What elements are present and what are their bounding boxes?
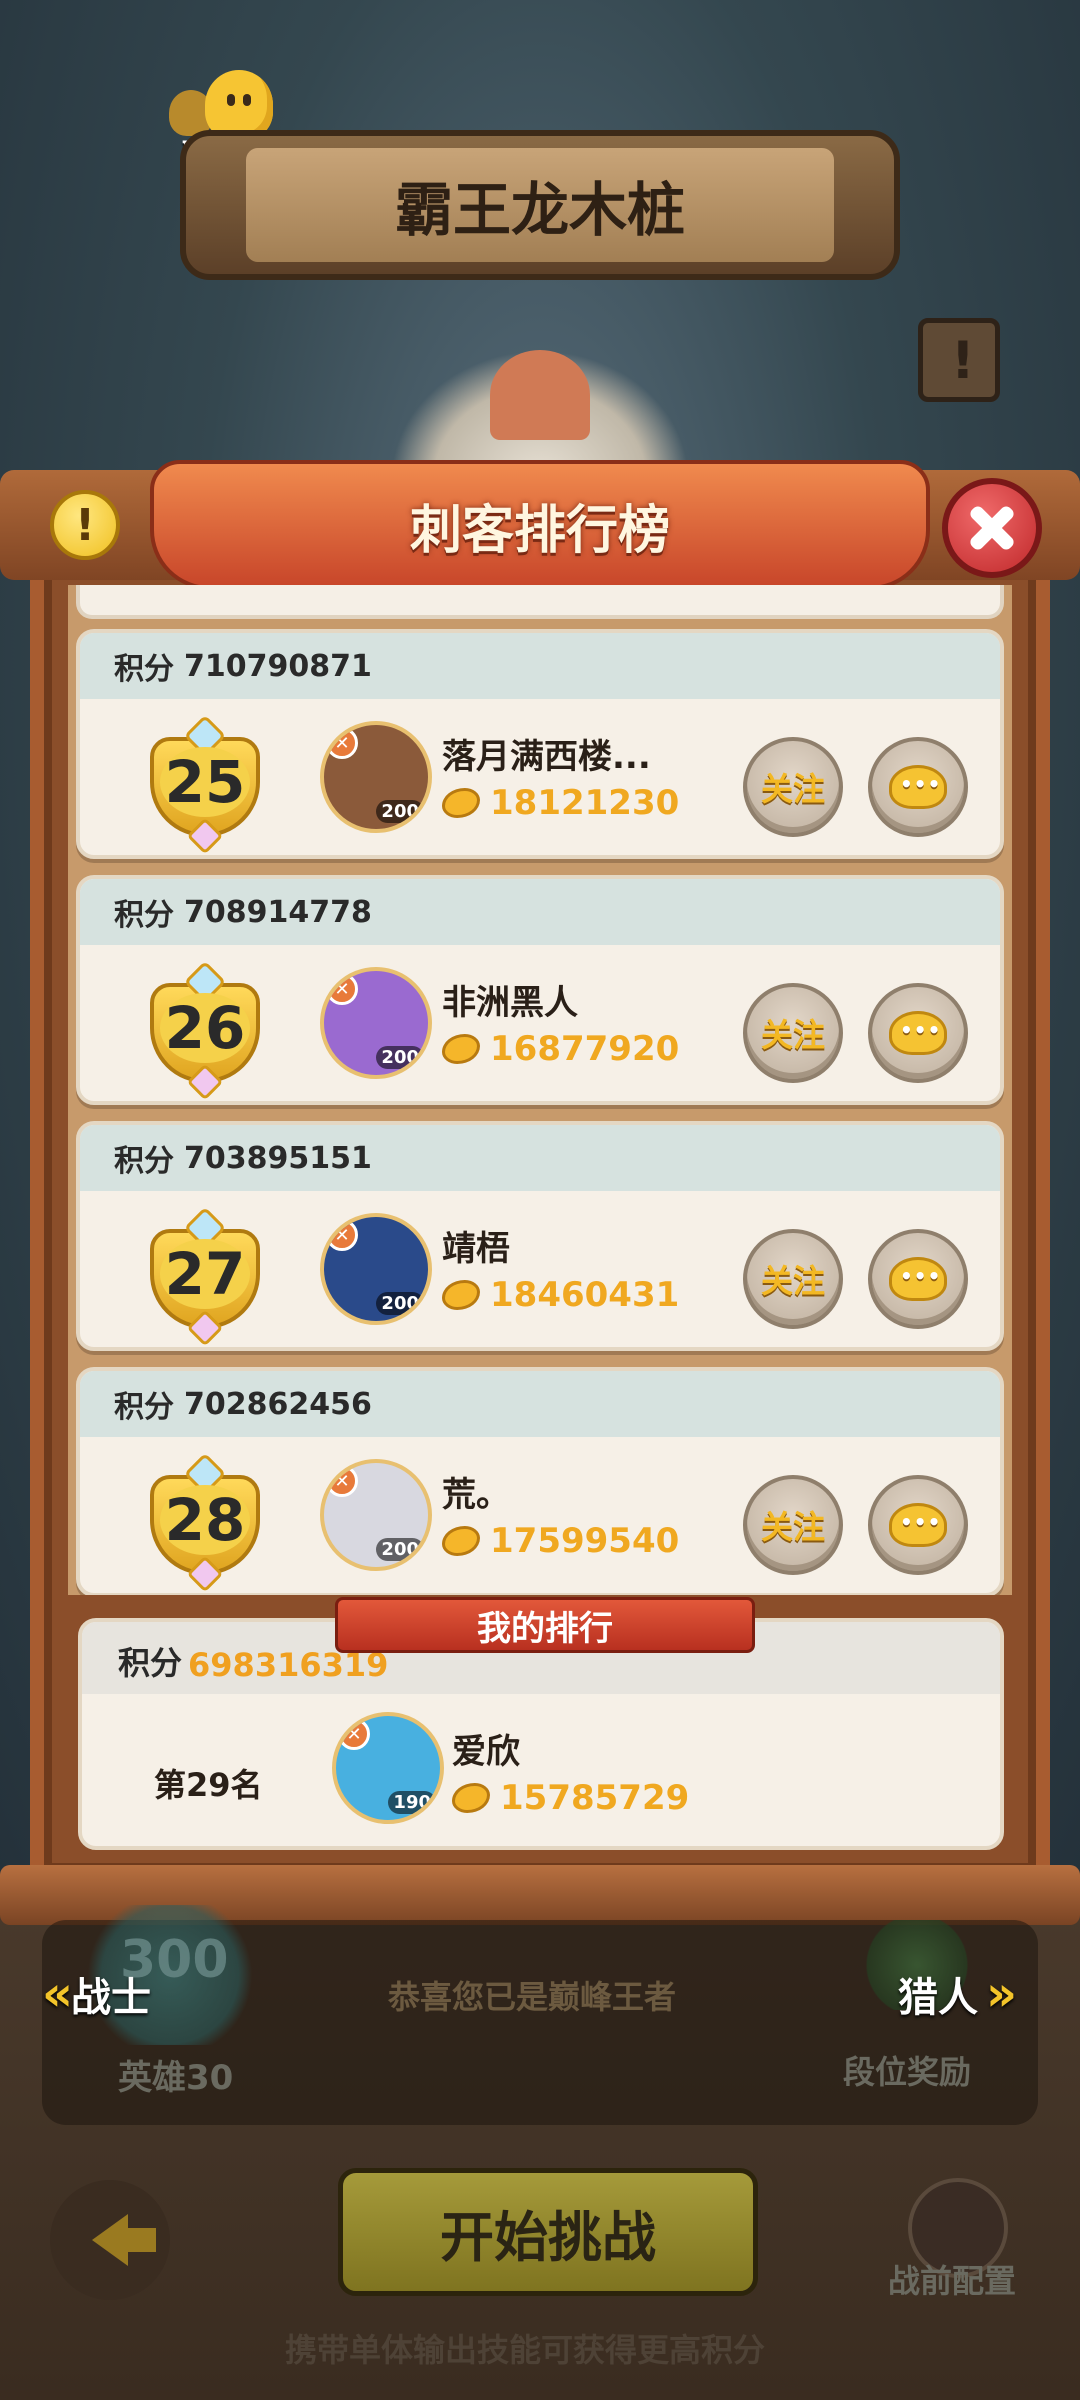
- chat-bubble-icon: [889, 1503, 947, 1547]
- assassin-class-icon: ✕: [326, 727, 358, 759]
- chat-bubble-icon: [889, 1257, 947, 1301]
- back-arrow-icon: [92, 2214, 156, 2266]
- rank-number: 27: [160, 1239, 250, 1309]
- tip-text: 携带单体输出技能可获得更高积分: [285, 2331, 766, 2369]
- stage-title-banner: 霸王龙木桩: [180, 130, 900, 280]
- my-power-value: 15785729: [500, 1778, 690, 1818]
- muscle-arm-icon: [442, 788, 480, 818]
- back-button[interactable]: [50, 2180, 170, 2300]
- message-button[interactable]: [868, 983, 968, 1083]
- assassin-class-icon: ✕: [326, 973, 358, 1005]
- score-row: 积分 710790871: [80, 633, 1000, 699]
- follow-button[interactable]: 关注: [743, 737, 843, 837]
- next-class-button[interactable]: 猎人 »: [898, 1965, 1017, 2023]
- my-power-row: 15785729: [452, 1778, 689, 1818]
- score-key: 积分: [114, 652, 174, 687]
- rank-number: 28: [160, 1485, 250, 1555]
- message-button[interactable]: [868, 737, 968, 837]
- list-item: 积分 703895151 27 ✕ 200 靖梧 18460431 关注: [76, 1121, 1004, 1351]
- muscle-arm-icon: [442, 1034, 480, 1064]
- score-value: 702862456: [184, 1386, 372, 1422]
- avatar[interactable]: ✕ 200: [320, 967, 432, 1079]
- my-rank-position: 第29名: [154, 1766, 263, 1804]
- message-button[interactable]: [868, 1229, 968, 1329]
- follow-button[interactable]: 关注: [743, 983, 843, 1083]
- assassin-class-icon: ✕: [326, 1465, 358, 1497]
- muscle-arm-icon: [452, 1783, 490, 1813]
- my-avatar[interactable]: ✕ 190: [332, 1712, 444, 1824]
- leaderboard-list[interactable]: 积分 710790871 25 ✕ 200 落月满西楼... 18121230 …: [68, 585, 1012, 1595]
- warning-info-button[interactable]: !: [50, 490, 120, 560]
- avatar-level: 200: [376, 1046, 424, 1069]
- power-value: 18460431: [490, 1275, 680, 1315]
- leaderboard-title-ribbon: 刺客排行榜: [150, 460, 930, 590]
- score-row: 积分 702862456: [80, 1371, 1000, 1437]
- assassin-class-icon: ✕: [326, 1219, 358, 1251]
- my-rank-banner: 我的排行: [335, 1597, 755, 1653]
- player-name: 靖梧: [442, 1229, 510, 1269]
- score-value: 708914778: [184, 894, 372, 930]
- avatar-level: 200: [376, 1538, 424, 1561]
- score-value: 703895151: [184, 1140, 372, 1176]
- avatar[interactable]: ✕ 200: [320, 1213, 432, 1325]
- rank-medal-icon: 28: [140, 1452, 270, 1593]
- score-key: 积分: [114, 1144, 174, 1179]
- crest-flower-icon: [490, 350, 590, 440]
- avatar-level: 190: [388, 1791, 436, 1814]
- follow-button[interactable]: 关注: [743, 1229, 843, 1329]
- leaderboard-title: 刺客排行榜: [409, 500, 670, 561]
- score-value: 710790871: [184, 648, 372, 684]
- stage-title: 霸王龙木桩: [246, 148, 834, 262]
- avatar-level: 200: [376, 1292, 424, 1315]
- avatar[interactable]: ✕ 200: [320, 721, 432, 833]
- double-chevron-right-icon: »: [986, 1966, 1017, 2022]
- rank-medal-icon: 27: [140, 1206, 270, 1347]
- list-item-partial: [76, 585, 1004, 619]
- loadout-button[interactable]: 战前配置: [888, 2256, 1016, 2302]
- start-challenge-button[interactable]: 开始挑战: [338, 2168, 758, 2296]
- player-name: 落月满西楼...: [442, 737, 651, 777]
- power-row: 18460431: [442, 1275, 679, 1315]
- muscle-arm-icon: [442, 1526, 480, 1556]
- rank-number: 25: [160, 747, 250, 817]
- rank-medal-icon: 26: [140, 960, 270, 1101]
- list-item: 积分 710790871 25 ✕ 200 落月满西楼... 18121230 …: [76, 629, 1004, 859]
- power-value: 17599540: [490, 1521, 680, 1561]
- list-item: 积分 702862456 28 ✕ 200 荒。 17599540 关注: [76, 1367, 1004, 1595]
- rank-reward-button[interactable]: 段位奖励: [843, 2047, 971, 2093]
- power-value: 18121230: [490, 783, 680, 823]
- list-item: 积分 708914778 26 ✕ 200 非洲黑人 16877920 关注: [76, 875, 1004, 1105]
- avatar-level: 200: [376, 800, 424, 823]
- power-row: 18121230: [442, 783, 679, 823]
- player-name: 非洲黑人: [442, 983, 578, 1023]
- close-button[interactable]: [942, 478, 1042, 578]
- info-book-icon[interactable]: [918, 318, 1000, 402]
- my-score-key: 积分: [118, 1644, 183, 1682]
- chat-bubble-icon: [889, 765, 947, 809]
- congrats-text: 恭喜您已是巅峰王者: [388, 1978, 677, 2016]
- score-key: 积分: [114, 1390, 174, 1425]
- next-class-label: 猎人: [898, 1975, 978, 2021]
- score-row: 积分 703895151: [80, 1125, 1000, 1191]
- double-chevron-left-icon: «: [42, 1966, 73, 2022]
- my-player-name: 爱欣: [452, 1732, 520, 1772]
- power-row: 17599540: [442, 1521, 679, 1561]
- follow-button[interactable]: 关注: [743, 1475, 843, 1575]
- rank-medal-icon: 25: [140, 714, 270, 855]
- score-row: 积分 708914778: [80, 879, 1000, 945]
- chat-bubble-icon: [889, 1011, 947, 1055]
- assassin-class-icon: ✕: [338, 1718, 370, 1750]
- power-row: 16877920: [442, 1029, 679, 1069]
- muscle-arm-icon: [442, 1280, 480, 1310]
- hero-rank-label: 英雄30: [118, 2058, 234, 2098]
- prev-class-label: 战士: [71, 1975, 152, 2021]
- score-key: 积分: [114, 898, 174, 933]
- prev-class-button[interactable]: « 战士: [34, 1965, 151, 2023]
- power-value: 16877920: [490, 1029, 680, 1069]
- player-name: 荒。: [442, 1475, 510, 1515]
- rank-number: 26: [160, 993, 250, 1063]
- exclamation-icon: !: [74, 499, 96, 551]
- message-button[interactable]: [868, 1475, 968, 1575]
- avatar[interactable]: ✕ 200: [320, 1459, 432, 1571]
